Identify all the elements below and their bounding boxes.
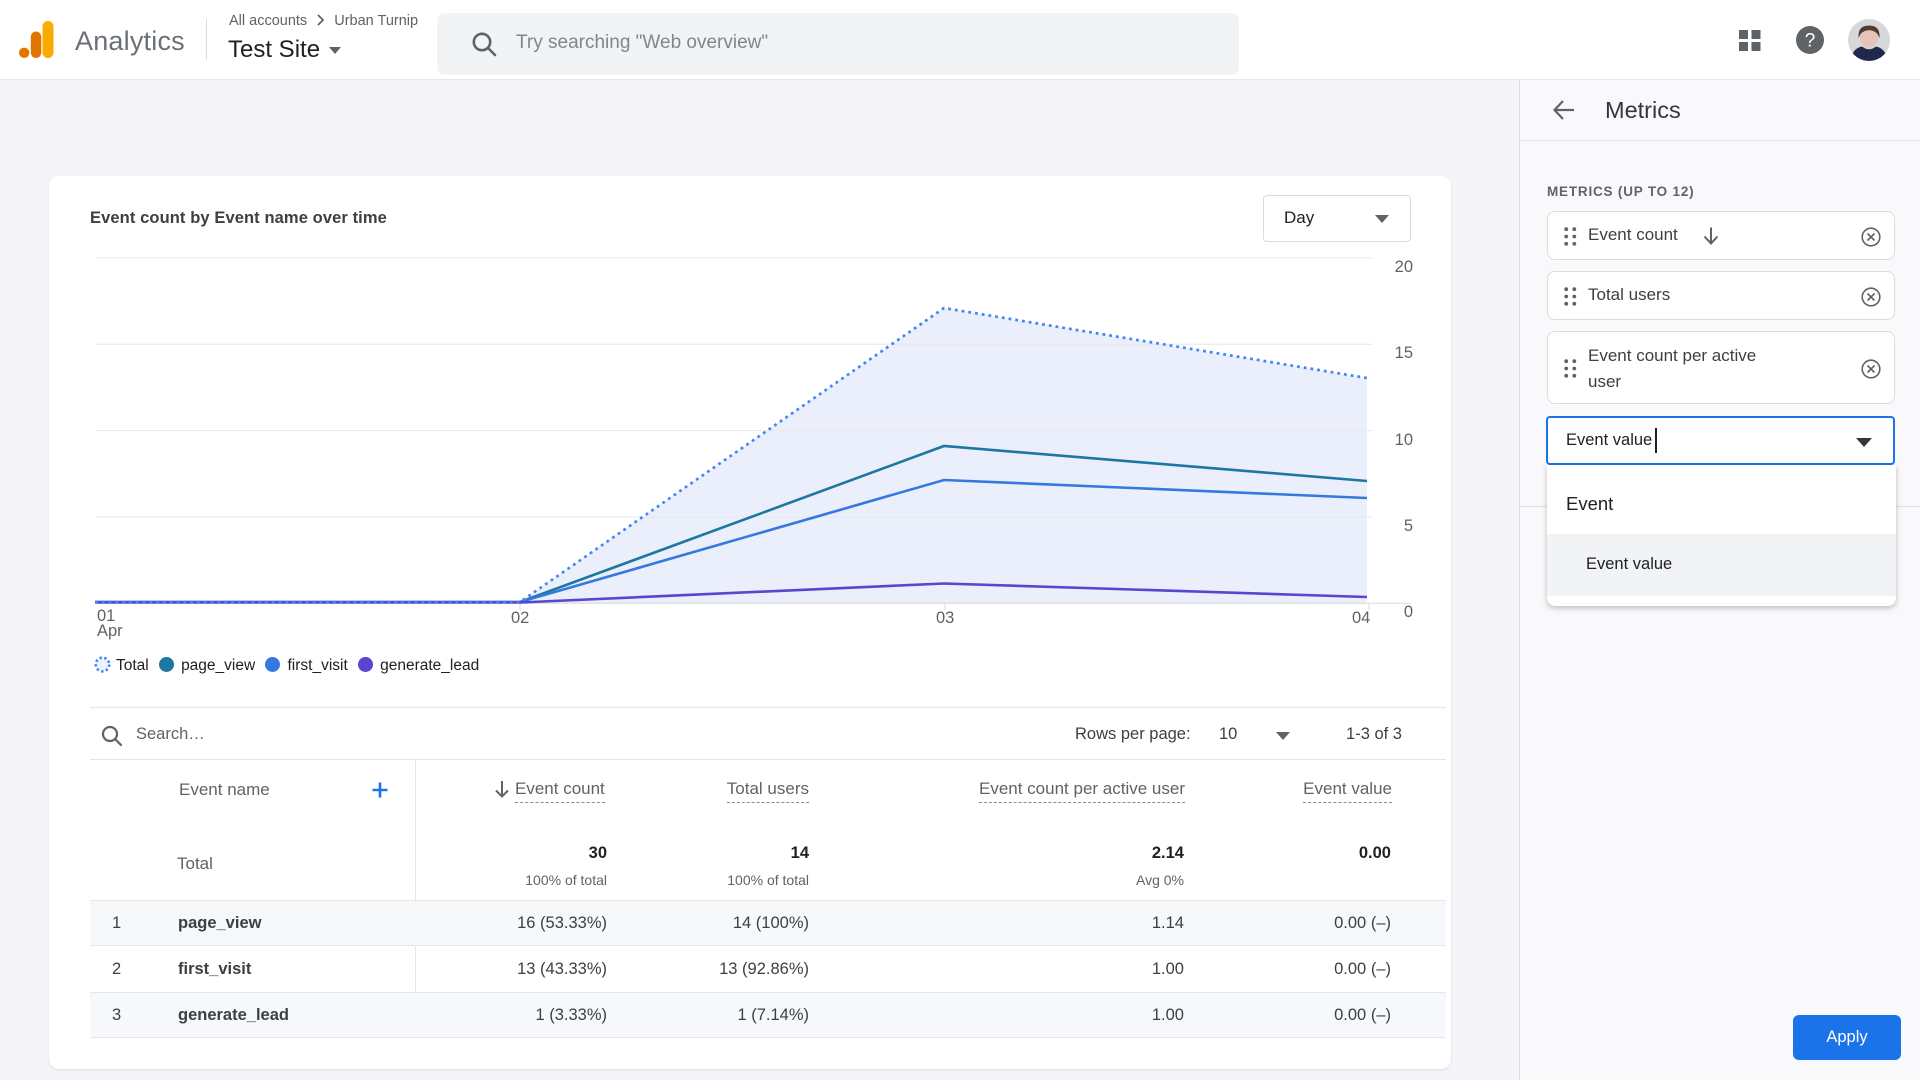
svg-text:?: ? [1805, 31, 1816, 52]
